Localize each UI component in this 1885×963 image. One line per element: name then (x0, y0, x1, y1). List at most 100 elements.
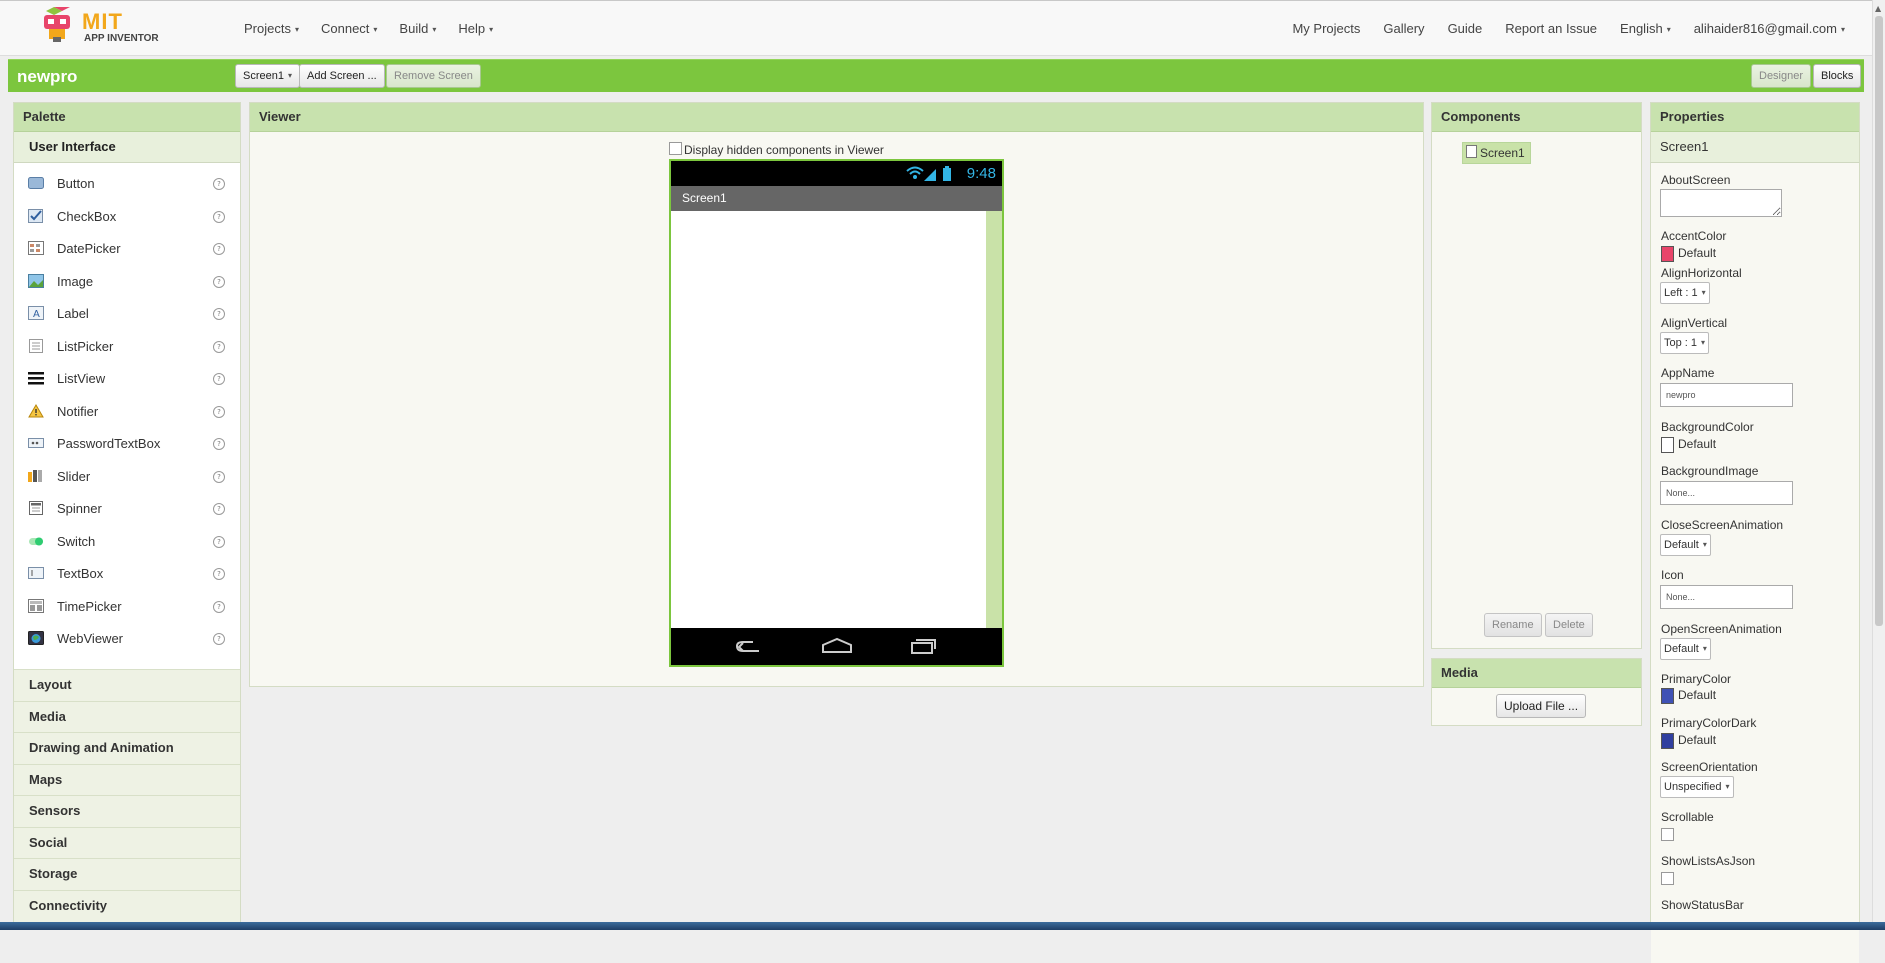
palette-item-label: ListPicker (57, 338, 114, 354)
property-label: AccentColor (1661, 229, 1727, 243)
link-report-issue[interactable]: Report an Issue (1505, 21, 1597, 36)
home-icon (822, 637, 852, 653)
help-icon[interactable]: ? (213, 600, 225, 613)
palette-item-datepicker[interactable]: DatePicker ? (14, 232, 240, 265)
palette-item-webviewer[interactable]: WebViewer ? (14, 622, 240, 655)
palette-item-slider[interactable]: Slider ? (14, 460, 240, 493)
link-my-projects[interactable]: My Projects (1292, 21, 1360, 36)
help-icon[interactable]: ? (213, 438, 225, 450)
palette-item-button[interactable]: Button ? (14, 167, 240, 200)
app-name-input[interactable] (1660, 383, 1793, 407)
property-label: AppName (1661, 366, 1715, 380)
rename-button[interactable]: Rename (1484, 613, 1542, 637)
palette-category-media[interactable]: Media (14, 700, 240, 732)
help-icon[interactable]: ? (213, 405, 225, 418)
designer-button[interactable]: Designer (1751, 64, 1812, 88)
scrollable-checkbox[interactable] (1661, 828, 1674, 841)
accent-color-value[interactable]: Default (1678, 246, 1716, 260)
user-menu[interactable]: alihaider816@gmail.com ▾ (1694, 21, 1845, 36)
help-icon[interactable]: ? (213, 633, 225, 645)
palette-item-listpicker[interactable]: ListPicker ? (14, 330, 240, 363)
components-tree: Screen1 Rename Delete (1432, 132, 1641, 648)
screen-select-dropdown[interactable]: Screen1 ▾ (235, 64, 300, 88)
help-icon[interactable]: ? (213, 340, 225, 353)
palette-category-social[interactable]: Social (14, 826, 240, 858)
help-icon[interactable]: ? (213, 308, 225, 320)
palette-item-image[interactable]: Image ? (14, 265, 240, 298)
link-guide[interactable]: Guide (1448, 21, 1483, 36)
page-scrollbar[interactable]: ▲ (1872, 0, 1885, 930)
component-tree-item-screen1[interactable]: Screen1 (1462, 142, 1531, 164)
media-body: Upload File ... (1432, 688, 1641, 725)
menu-help[interactable]: Help ▾ (458, 21, 493, 36)
help-icon[interactable]: ? (213, 568, 225, 580)
palette-item-notifier[interactable]: Notifier ? (14, 395, 240, 428)
help-icon[interactable]: ? (213, 503, 225, 515)
palette-category-layout[interactable]: Layout (14, 669, 240, 701)
app-inventor-logo[interactable]: MIT APP INVENTOR (38, 7, 168, 47)
chevron-down-icon: ▾ (1702, 540, 1707, 550)
checkbox-icon[interactable] (669, 142, 682, 155)
remove-screen-button[interactable]: Remove Screen (386, 64, 481, 88)
palette-category-maps[interactable]: Maps (14, 763, 240, 795)
dropdown-value: Top : 1 (1664, 337, 1698, 349)
palette-category-user-interface[interactable]: User Interface (14, 132, 240, 163)
chevron-down-icon: ▾ (1725, 782, 1730, 792)
accent-color-swatch[interactable] (1661, 246, 1674, 262)
property-label: BackgroundColor (1661, 420, 1754, 434)
icon-picker[interactable] (1660, 585, 1793, 609)
open-screen-animation-dropdown[interactable]: Default ▾ (1660, 638, 1711, 660)
help-icon[interactable]: ? (213, 535, 225, 548)
palette-item-timepicker[interactable]: TimePicker ? (14, 590, 240, 623)
delete-button[interactable]: Delete (1545, 613, 1593, 637)
align-vertical-dropdown[interactable]: Top : 1 ▾ (1660, 332, 1710, 354)
help-icon[interactable]: ? (213, 243, 225, 255)
phone-preview[interactable]: 9:48 Screen1 (669, 159, 1004, 667)
help-icon[interactable]: ? (213, 210, 225, 223)
palette-category-drawing-animation[interactable]: Drawing and Animation (14, 732, 240, 764)
primary-color-dark-value[interactable]: Default (1678, 733, 1716, 747)
palette-category-connectivity[interactable]: Connectivity (14, 889, 240, 921)
project-name: newpro (17, 67, 78, 86)
blocks-button[interactable]: Blocks (1813, 64, 1862, 88)
upload-file-button[interactable]: Upload File ... (1496, 694, 1587, 718)
scrollbar-thumb[interactable] (1875, 16, 1883, 626)
palette-item-label: Slider (57, 468, 91, 484)
help-icon[interactable]: ? (213, 470, 225, 483)
primary-color-swatch[interactable] (1661, 688, 1674, 704)
palette-item-textbox[interactable]: TextBox ? (14, 557, 240, 590)
palette-item-label[interactable]: A Label ? (14, 297, 240, 330)
about-screen-textarea[interactable] (1660, 189, 1782, 217)
language-label: English (1620, 21, 1663, 36)
screen-orientation-dropdown[interactable]: Unspecified ▾ (1660, 776, 1734, 798)
palette-item-switch[interactable]: Switch ? (14, 525, 240, 558)
checkbox-icon (28, 208, 43, 223)
align-horizontal-dropdown[interactable]: Left : 1 ▾ (1660, 282, 1710, 304)
menu-build[interactable]: Build ▾ (399, 21, 436, 36)
language-menu[interactable]: English ▾ (1620, 21, 1671, 36)
link-gallery[interactable]: Gallery (1383, 21, 1424, 36)
help-icon[interactable]: ? (213, 373, 225, 385)
palette-item-spinner[interactable]: Spinner ? (14, 492, 240, 525)
palette-item-checkbox[interactable]: CheckBox ? (14, 200, 240, 233)
add-screen-button[interactable]: Add Screen ... (299, 64, 385, 88)
background-color-swatch[interactable] (1661, 437, 1674, 453)
display-hidden-components-checkbox[interactable]: Display hidden components in Viewer (669, 142, 884, 157)
help-icon[interactable]: ? (213, 275, 225, 288)
project-toolbar: newpro Screen1 ▾ Add Screen ... Remove Sc… (8, 59, 1864, 92)
palette-item-passwordtextbox[interactable]: PasswordTextBox ? (14, 427, 240, 460)
palette-category-sensors[interactable]: Sensors (14, 795, 240, 827)
dropdown-value: Default (1664, 643, 1699, 655)
primary-color-value[interactable]: Default (1678, 688, 1716, 702)
palette-item-listview[interactable]: ListView ? (14, 362, 240, 395)
palette-category-storage[interactable]: Storage (14, 858, 240, 890)
background-image-picker[interactable] (1660, 481, 1793, 505)
help-icon[interactable]: ? (213, 178, 225, 190)
primary-color-dark-swatch[interactable] (1661, 733, 1674, 749)
show-lists-as-json-checkbox[interactable] (1661, 872, 1674, 885)
scroll-up-icon[interactable]: ▲ (1875, 4, 1881, 13)
menu-connect[interactable]: Connect ▾ (321, 21, 377, 36)
background-color-value[interactable]: Default (1678, 437, 1716, 451)
close-screen-animation-dropdown[interactable]: Default ▾ (1660, 534, 1711, 556)
menu-projects[interactable]: Projects ▾ (244, 21, 299, 36)
